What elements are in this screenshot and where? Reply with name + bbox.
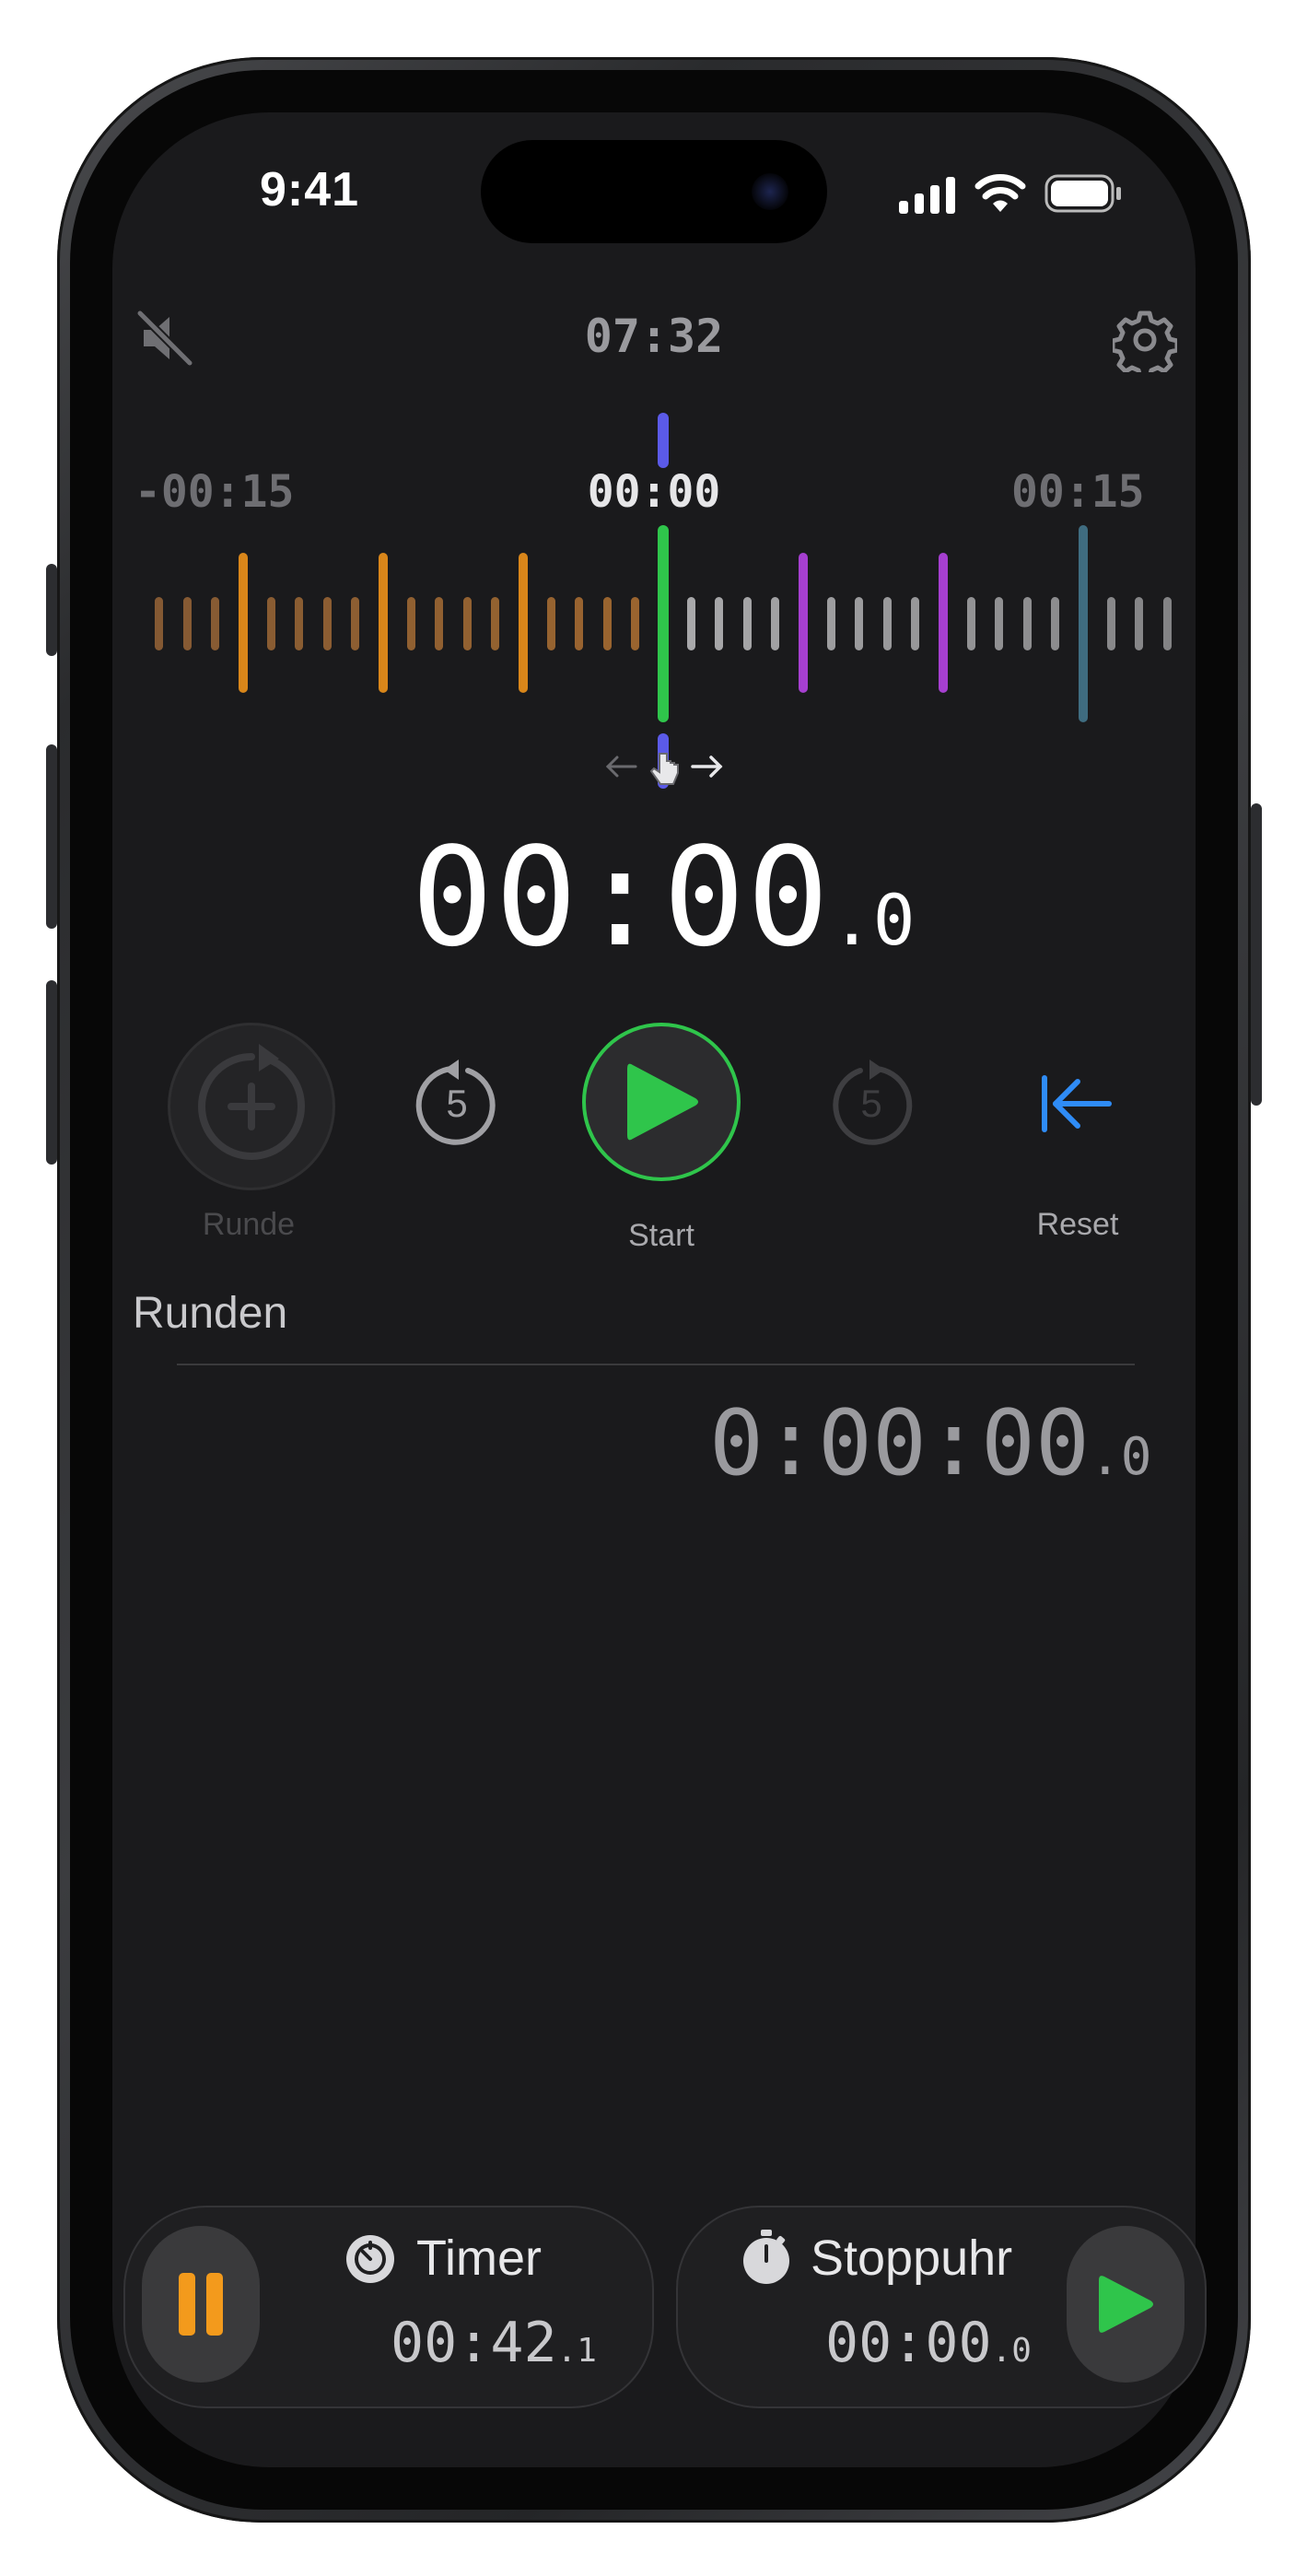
arrow-to-start-icon xyxy=(1042,1075,1112,1132)
timer-title: Timer xyxy=(416,2231,542,2286)
stopwatch-card-time-fraction: .0 xyxy=(991,2332,1032,2370)
play-icon xyxy=(1099,2276,1153,2333)
forward-5-button[interactable]: 5 xyxy=(825,1058,917,1150)
timeline-label-right: 00:15 xyxy=(1011,466,1145,518)
stopwatch-title: Stoppuhr xyxy=(811,2231,1013,2286)
status-time: 9:41 xyxy=(260,163,360,217)
timer-time-main: 00:42 xyxy=(391,2311,557,2375)
timer-time: 00:42.1 xyxy=(391,2311,597,2375)
timeline-label-center: 00:00 xyxy=(587,466,721,518)
total-time-main: 0:00:00 xyxy=(709,1391,1091,1496)
gear-icon[interactable] xyxy=(1113,308,1177,372)
lap-button[interactable] xyxy=(168,1023,335,1190)
timeline-label-left: -00:15 xyxy=(134,466,295,518)
reset-label: Reset xyxy=(1036,1207,1119,1242)
start-label: Start xyxy=(628,1218,694,1253)
volume-up-button xyxy=(46,744,57,929)
current-clock: 07:32 xyxy=(584,310,724,363)
pause-icon xyxy=(179,2273,223,2336)
action-button xyxy=(46,564,57,656)
side-button xyxy=(1251,803,1262,1106)
stopwatch-card-time-main: 00:00 xyxy=(825,2311,992,2375)
hand-drag-icon xyxy=(605,753,723,785)
play-icon xyxy=(627,1063,698,1141)
timer-icon xyxy=(346,2235,394,2283)
timer-time-fraction: .1 xyxy=(556,2332,597,2370)
lap-add-icon xyxy=(198,1044,306,1160)
stopwatch-display: 00:00.0 xyxy=(368,818,958,977)
stopwatch-icon xyxy=(743,2230,789,2284)
cellular-signal-icon xyxy=(899,177,955,214)
laps-divider xyxy=(177,1364,1135,1365)
rewind-5-button[interactable]: 5 xyxy=(411,1058,503,1150)
lap-label: Runde xyxy=(202,1207,296,1242)
total-time: 0:00:00.0 xyxy=(709,1391,1151,1496)
stopwatch-play-button[interactable] xyxy=(1067,2226,1184,2383)
stopwatch-time: 00:00.0 xyxy=(825,2311,1032,2375)
reset-button[interactable] xyxy=(1035,1069,1118,1142)
start-button[interactable] xyxy=(582,1023,741,1181)
forward-5-value: 5 xyxy=(860,1082,882,1125)
stopwatch-main: 00:00 xyxy=(411,818,831,977)
volume-down-button xyxy=(46,980,57,1165)
speaker-slash-icon[interactable] xyxy=(136,308,193,369)
front-camera xyxy=(752,173,788,210)
wifi-icon xyxy=(974,174,1026,212)
stopwatch-fraction: .0 xyxy=(831,879,916,961)
battery-icon xyxy=(1044,174,1121,213)
total-time-fraction: .0 xyxy=(1090,1427,1152,1487)
laps-title: Runden xyxy=(133,1289,288,1338)
rewind-5-value: 5 xyxy=(446,1082,468,1125)
timer-pause-button[interactable] xyxy=(142,2226,260,2383)
